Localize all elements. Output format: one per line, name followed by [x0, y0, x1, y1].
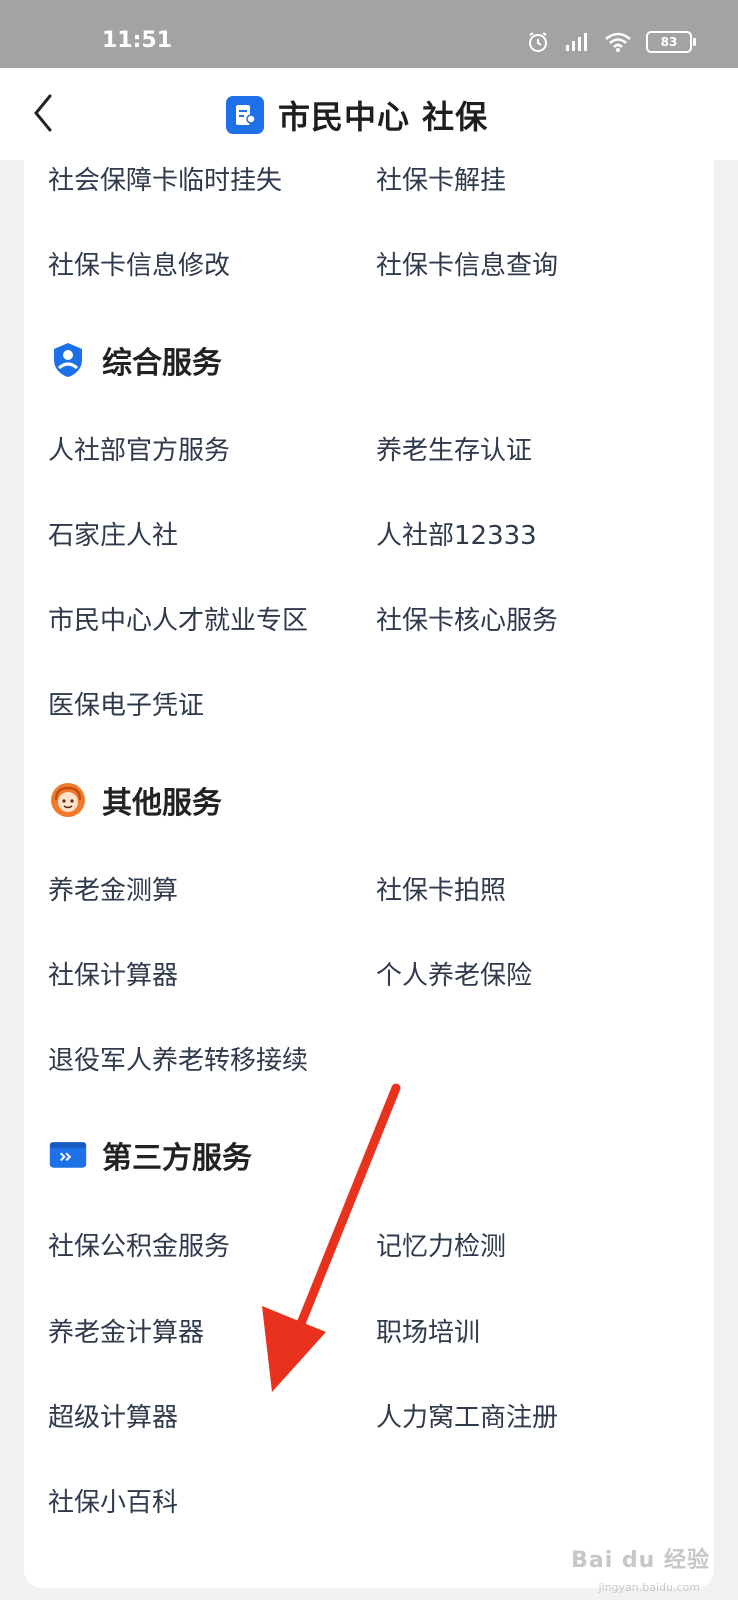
service-item[interactable]: 社保计算器	[48, 955, 178, 992]
title-wrap: 市民中心 社保	[226, 92, 488, 138]
signal-icon	[566, 33, 587, 51]
service-item[interactable]: 个人养老保险	[376, 955, 532, 992]
person-shield-icon	[48, 340, 88, 380]
section-header-comprehensive: 综合服务	[48, 332, 222, 388]
watermark-url: jingyan.baidu.com	[598, 1581, 700, 1594]
section-title: 其他服务	[102, 786, 222, 821]
service-item[interactable]: 人力窝工商注册	[376, 1397, 558, 1434]
service-item[interactable]: 职场培训	[376, 1312, 480, 1349]
service-item[interactable]: 退役军人养老转移接续	[48, 1040, 308, 1077]
section-title: 综合服务	[102, 346, 222, 381]
service-item[interactable]: 人社部12333	[376, 515, 537, 552]
battery-icon: 83	[646, 31, 696, 53]
forward-card-icon	[48, 1135, 88, 1175]
chevron-left-icon	[34, 94, 52, 132]
back-button[interactable]	[24, 88, 64, 138]
baidu-watermark: Bai du 经验	[571, 1548, 710, 1573]
service-item[interactable]: 社保卡拍照	[376, 870, 506, 907]
service-row: 医保电子凭证	[48, 685, 708, 725]
service-item[interactable]: 市民中心人才就业专区	[48, 600, 308, 637]
service-row: 退役军人养老转移接续	[48, 1040, 708, 1080]
status-time: 11:51	[102, 28, 173, 53]
service-item[interactable]: 养老金测算	[48, 870, 178, 907]
service-item[interactable]: 社保公积金服务	[48, 1226, 230, 1263]
service-item[interactable]: 养老金计算器	[48, 1312, 204, 1349]
customer-service-icon	[48, 780, 88, 820]
service-row: 市民中心人才就业专区 社保卡核心服务	[48, 600, 708, 640]
service-row: 社保小百科	[48, 1482, 708, 1522]
status-icons: 83	[526, 30, 696, 54]
service-row: 养老金测算 社保卡拍照	[48, 870, 708, 910]
service-item[interactable]: 社保卡解挂	[376, 160, 506, 197]
service-item[interactable]: 记忆力检测	[376, 1226, 506, 1263]
service-item[interactable]: 社保卡核心服务	[376, 600, 558, 637]
service-list-card: 社会保障卡临时挂失 社保卡解挂 社保卡信息修改 社保卡信息查询 综合服务 人社部…	[24, 160, 714, 1588]
service-row: 人社部官方服务 养老生存认证	[48, 430, 708, 470]
service-item[interactable]: 超级计算器	[48, 1397, 178, 1434]
service-item[interactable]: 社保卡信息修改	[48, 245, 230, 282]
service-row: 社会保障卡临时挂失 社保卡解挂	[48, 160, 708, 200]
section-header-other: 其他服务	[48, 772, 222, 828]
service-item[interactable]: 人社部官方服务	[48, 430, 230, 467]
service-row: 社保计算器 个人养老保险	[48, 955, 708, 995]
service-item[interactable]: 社会保障卡临时挂失	[48, 160, 282, 197]
service-row: 超级计算器 人力窝工商注册	[48, 1397, 708, 1437]
service-item[interactable]: 医保电子凭证	[48, 685, 204, 722]
page-title: 市民中心 社保	[278, 98, 489, 136]
header: 市民中心 社保	[0, 68, 738, 160]
section-header-third-party: 第三方服务	[48, 1127, 252, 1183]
citizen-center-logo-icon	[226, 96, 264, 134]
alarm-icon	[529, 32, 547, 52]
service-item[interactable]: 社保卡信息查询	[376, 245, 558, 282]
service-row: 石家庄人社 人社部12333	[48, 515, 708, 555]
service-row: 社保公积金服务 记忆力检测	[48, 1226, 708, 1266]
section-title: 第三方服务	[102, 1141, 252, 1176]
service-item[interactable]: 社保小百科	[48, 1482, 178, 1519]
service-item[interactable]: 石家庄人社	[48, 515, 178, 552]
status-bar: 11:51 83	[0, 0, 738, 68]
wifi-icon	[605, 32, 631, 52]
service-item[interactable]: 养老生存认证	[376, 430, 532, 467]
service-row: 社保卡信息修改 社保卡信息查询	[48, 245, 708, 285]
service-row: 养老金计算器 职场培训	[48, 1312, 708, 1352]
